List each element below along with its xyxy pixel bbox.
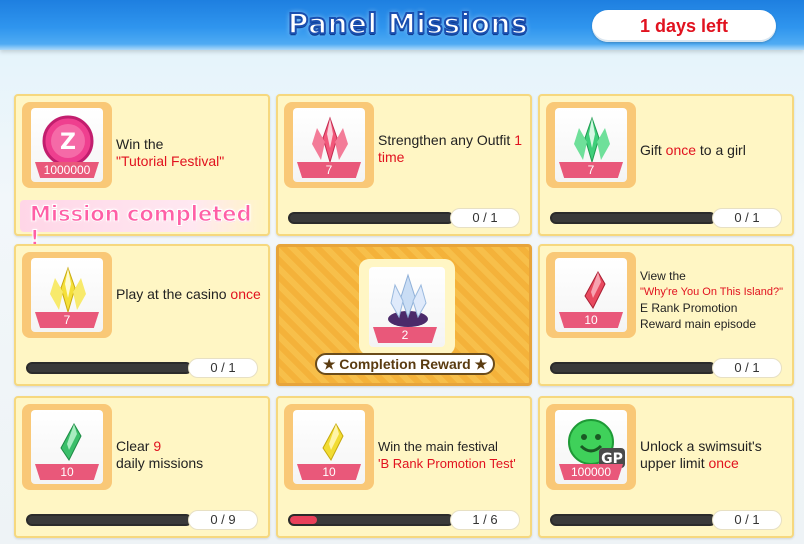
reward-thumbnail: 10 [546,252,636,338]
reward-quantity: 10 [559,312,623,328]
mission-description: View the "Why're You On This Island?" E … [640,269,784,331]
mission-card-tutorial-festival[interactable]: Z 1000000 Win the "Tutorial Festival" Mi… [14,94,270,251]
reward-quantity: 7 [297,162,361,178]
red-gem-icon [584,270,606,309]
reward-quantity: 10 [297,464,361,480]
reward-quantity: 100000 [559,464,623,480]
mission-completed-label: Mission completed ! [30,202,253,251]
mission-description: Clear 9 daily missions [116,438,204,471]
mission-card-swimsuit-limit[interactable]: GP 100000 Unlock a swimsuit's upper limi… [538,396,794,538]
mission-description: Gift once to a girl [640,142,746,158]
reward-thumbnail: Z 1000000 [22,102,112,188]
reward-thumbnail: 7 [546,102,636,188]
mission-card-strengthen-outfit[interactable]: 7 Strengthen any Outfit 1 time 0 / 1 [276,94,532,236]
progress-bar [26,514,192,526]
reward-thumbnail: 10 [22,404,112,490]
days-left-badge: 1 days left [592,10,776,42]
mission-card-casino[interactable]: 7 Play at the casino once 0 / 1 [14,244,270,386]
mission-card-gift-girl[interactable]: 7 Gift once to a girl 0 / 1 [538,94,794,236]
progress-count: 0 / 1 [712,358,782,378]
progress-count: 1 / 6 [450,510,520,530]
mission-card-main-festival[interactable]: 10 Win the main festival 'B Rank Promoti… [276,396,532,538]
pink-crystal-icon [312,116,348,164]
reward-thumbnail: 7 [22,252,112,338]
header-bar: Panel Missions 1 days left [0,0,804,50]
completion-reward-label: ★ Completion Reward ★ [315,353,495,375]
mission-description: Strengthen any Outfit 1 time [378,132,522,165]
mission-description: Unlock a swimsuit's upper limit once [640,438,762,471]
reward-thumbnail: 2 [359,259,455,355]
reward-quantity: 10 [35,464,99,480]
reward-thumbnail: 7 [284,102,374,188]
reward-quantity: 7 [35,312,99,328]
mission-description: Win the main festival 'B Rank Promotion … [378,439,516,471]
reward-thumbnail: 10 [284,404,374,490]
progress-bar [550,514,716,526]
mission-description: Play at the casino once [116,286,261,302]
mission-card-daily-missions[interactable]: 10 Clear 9 daily missions 0 / 9 [14,396,270,538]
page-title: Panel Missions [287,6,529,41]
mission-description: Win the "Tutorial Festival" [116,136,225,169]
svg-text:Z: Z [60,130,76,155]
progress-count: 0 / 1 [450,208,520,228]
progress-count: 0 / 1 [712,208,782,228]
progress-bar [550,212,716,224]
progress-count: 0 / 1 [712,510,782,530]
mission-card-view-episode[interactable]: 10 View the "Why're You On This Island?"… [538,244,794,386]
coin-icon: Z [42,115,94,167]
crystal-cluster-icon [388,273,428,327]
yellow-crystal-icon [50,266,86,314]
progress-bar [288,514,454,526]
green-gem-icon [60,422,82,461]
mission-completed-banner: Mission completed ! [20,200,268,251]
reward-thumbnail: GP 100000 [546,404,636,490]
progress-bar [288,212,454,224]
completion-reward-card[interactable]: 2 ★ Completion Reward ★ [276,244,532,386]
progress-count: 0 / 9 [188,510,258,530]
reward-quantity: 1000000 [35,162,99,178]
progress-bar [26,362,192,374]
progress-bar [550,362,716,374]
progress-count: 0 / 1 [188,358,258,378]
green-crystal-icon [574,116,610,164]
reward-quantity: 7 [559,162,623,178]
reward-quantity: 2 [373,327,437,343]
yellow-gem-icon [322,422,344,461]
